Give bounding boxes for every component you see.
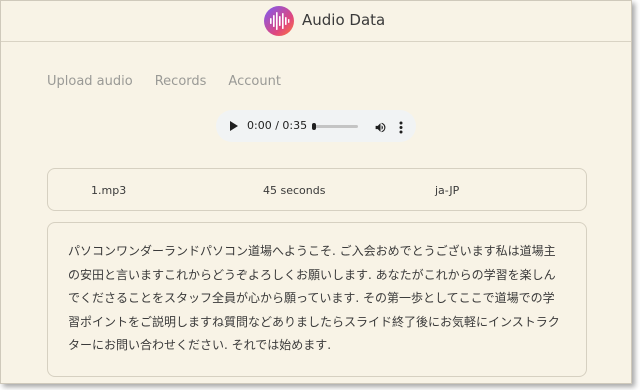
language-code: ja-JP [435,184,460,197]
app-window: Audio Data Upload audio Records Account … [0,0,632,384]
volume-icon[interactable] [374,119,387,138]
more-vertical-icon[interactable] [399,119,403,138]
nav-records[interactable]: Records [155,74,207,89]
time-display: 0:00 / 0:35 [247,119,308,132]
transcript-card: パソコンワンダーランドパソコン道場へようこそ. ご入会おめでとうございます私は道… [47,222,587,377]
file-name: 1.mp3 [91,184,127,197]
app-header: Audio Data [1,1,631,42]
duration: 45 seconds [263,184,326,197]
seek-handle[interactable] [312,123,316,130]
main-nav: Upload audio Records Account [47,74,281,89]
audio-player: 0:00 / 0:35 [216,110,416,142]
transcript-text: パソコンワンダーランドパソコン道場へようこそ. ご入会おめでとうございます私は道… [68,244,560,352]
nav-account[interactable]: Account [228,74,281,89]
audio-waveform-icon [264,6,294,36]
record-info-card: 1.mp3 45 seconds ja-JP [47,168,587,211]
app-title: Audio Data [302,11,386,29]
seek-bar[interactable] [312,123,358,130]
play-icon[interactable] [230,121,238,131]
nav-upload-audio[interactable]: Upload audio [47,74,133,89]
